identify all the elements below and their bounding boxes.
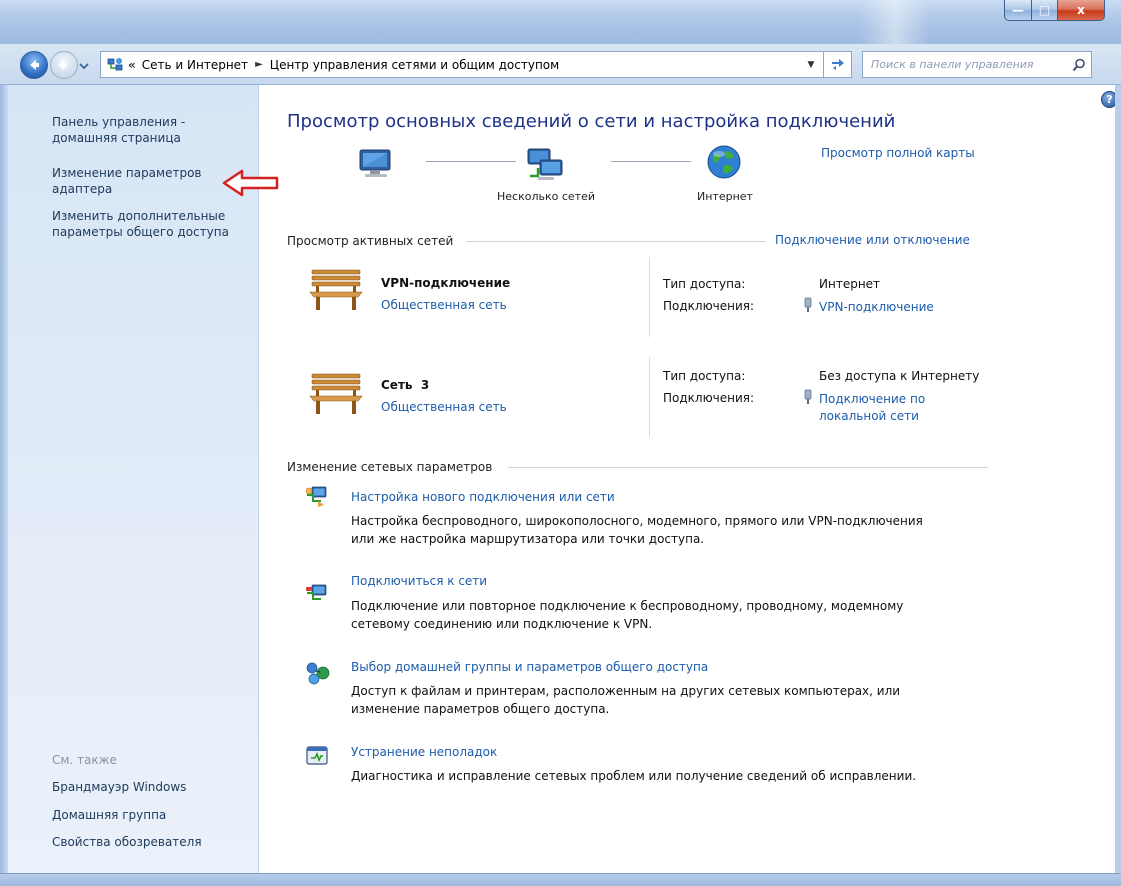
network-divider xyxy=(649,357,650,437)
internet-globe-icon xyxy=(707,145,741,179)
task-homegroup-link[interactable]: Выбор домашней группы и параметров общег… xyxy=(351,660,708,674)
breadcrumb-network-internet[interactable]: Сеть и Интернет xyxy=(142,58,248,72)
close-icon: x xyxy=(1077,3,1085,17)
network-name: Сеть 3 xyxy=(381,378,430,392)
red-annotation-arrow-icon xyxy=(222,169,279,197)
lan-connection-link-line2[interactable]: локальной сети xyxy=(819,408,919,424)
task-connect-network-link[interactable]: Подключиться к сети xyxy=(351,574,487,588)
sidebar-link-internet-options[interactable]: Свойства обозревателя xyxy=(52,834,252,850)
minimize-icon: — xyxy=(1012,3,1024,17)
search-icon[interactable] xyxy=(1072,58,1086,72)
active-networks-heading: Просмотр активных сетей xyxy=(287,234,454,248)
task-description-line: или же настройка маршрутизатора или точк… xyxy=(351,532,705,546)
search-box[interactable] xyxy=(862,51,1092,78)
side-pane xyxy=(0,85,259,873)
navigation-bar: « Сеть и Интернет ► Центр управления сет… xyxy=(0,44,1121,85)
task-description: Диагностика и исправление сетевых пробле… xyxy=(351,767,981,785)
connect-disconnect-link[interactable]: Подключение или отключение xyxy=(775,233,970,247)
network-type-link[interactable]: Общественная сеть xyxy=(381,298,507,312)
window-right-frame xyxy=(1115,85,1121,873)
change-settings-heading: Изменение сетевых параметров xyxy=(287,460,493,474)
window-bottom-frame xyxy=(0,873,1121,886)
title-bar-glow xyxy=(860,0,930,44)
troubleshoot-icon xyxy=(306,746,328,765)
task-description-line: сетевому соединению или подключение к VP… xyxy=(351,617,653,631)
task-description: Подключение или повторное подключение к … xyxy=(351,597,981,633)
access-type-value: Без доступа к Интернету xyxy=(819,369,980,383)
map-multiple-networks-label: Несколько сетей xyxy=(497,190,595,203)
search-input[interactable] xyxy=(869,53,1068,76)
page-title: Просмотр основных сведений о сети и наст… xyxy=(287,111,896,132)
address-dropdown-button[interactable]: ▼ xyxy=(799,60,823,70)
sidebar-link-advanced-sharing-settings[interactable]: Изменить дополнительные параметры общего… xyxy=(52,208,252,240)
title-bar[interactable]: — □ x xyxy=(0,0,1121,44)
network-divider xyxy=(649,257,650,337)
vpn-connection-icon xyxy=(804,297,812,312)
network-location-icon xyxy=(107,57,123,73)
back-arrow-icon xyxy=(30,60,39,70)
task-setup-connection-link[interactable]: Настройка нового подключения или сети xyxy=(351,490,615,504)
public-network-bench-icon xyxy=(309,373,363,414)
view-full-map-link[interactable]: Просмотр полной карты xyxy=(821,146,975,160)
window-controls: — □ x xyxy=(1004,0,1105,22)
control-panel-window: — □ x « Сеть и Интернет ► Центр управлен… xyxy=(0,0,1121,886)
new-connection-icon xyxy=(305,486,327,507)
breadcrumb-overflow-button[interactable]: « xyxy=(128,58,136,72)
task-description-line: Подключение или повторное подключение к … xyxy=(351,599,904,613)
network-name: VPN-подключение xyxy=(381,276,511,290)
map-internet-label: Интернет xyxy=(697,190,753,203)
network-type-link[interactable]: Общественная сеть xyxy=(381,400,507,414)
access-type-label: Тип доступа: xyxy=(663,369,746,383)
forward-arrow-icon xyxy=(59,60,68,70)
maximize-button[interactable]: □ xyxy=(1032,0,1058,21)
chevron-down-icon xyxy=(79,63,89,70)
task-description-line: Диагностика и исправление сетевых пробле… xyxy=(351,769,917,783)
map-connection-line xyxy=(611,161,691,162)
homegroup-sharing-icon xyxy=(306,662,330,685)
breadcrumb-network-center[interactable]: Центр управления сетями и общим доступом xyxy=(270,58,559,72)
back-button[interactable] xyxy=(20,51,48,79)
section-divider xyxy=(466,241,766,242)
vpn-connection-link[interactable]: VPN-подключение xyxy=(819,299,934,315)
sidebar-link-control-panel-home[interactable]: Панель управления - домашняя страница xyxy=(52,114,252,146)
task-description-line: Настройка беспроводного, широкополосного… xyxy=(351,514,923,528)
connections-label: Подключения: xyxy=(663,299,755,313)
sidebar-link-windows-firewall[interactable]: Брандмауэр Windows xyxy=(52,779,252,795)
connections-label: Подключения: xyxy=(663,391,755,405)
address-bar[interactable]: « Сеть и Интернет ► Центр управления сет… xyxy=(100,51,824,78)
breadcrumb-separator[interactable]: ► xyxy=(255,59,263,70)
recent-pages-dropdown[interactable] xyxy=(79,59,89,73)
forward-button[interactable] xyxy=(50,51,78,79)
public-network-bench-icon xyxy=(309,269,363,310)
lan-connection-icon xyxy=(804,389,812,404)
access-type-label: Тип доступа: xyxy=(663,277,746,291)
close-button[interactable]: x xyxy=(1058,0,1105,21)
access-type-value: Интернет xyxy=(819,277,881,291)
lan-connection-link-line1[interactable]: Подключение по xyxy=(819,391,925,407)
multiple-networks-icon xyxy=(527,148,563,180)
section-divider xyxy=(508,467,988,468)
minimize-button[interactable]: — xyxy=(1004,0,1032,21)
task-description: Настройка беспроводного, широкополосного… xyxy=(351,512,981,548)
task-description-line: изменение параметров общего доступа. xyxy=(351,702,610,716)
refresh-icon xyxy=(831,58,844,70)
maximize-icon: □ xyxy=(1038,3,1051,17)
computer-icon xyxy=(359,149,391,177)
sidebar-link-homegroup[interactable]: Домашняя группа xyxy=(52,807,252,823)
task-description: Доступ к файлам и принтерам, расположенн… xyxy=(351,682,981,718)
refresh-button[interactable] xyxy=(824,51,852,78)
map-connection-line xyxy=(426,161,516,162)
see-also-label: См. также xyxy=(52,753,117,767)
task-troubleshoot-link[interactable]: Устранение неполадок xyxy=(351,745,497,759)
connect-to-network-icon xyxy=(306,584,327,600)
window-left-frame xyxy=(0,85,8,873)
task-description-line: Доступ к файлам и принтерам, расположенн… xyxy=(351,684,901,698)
